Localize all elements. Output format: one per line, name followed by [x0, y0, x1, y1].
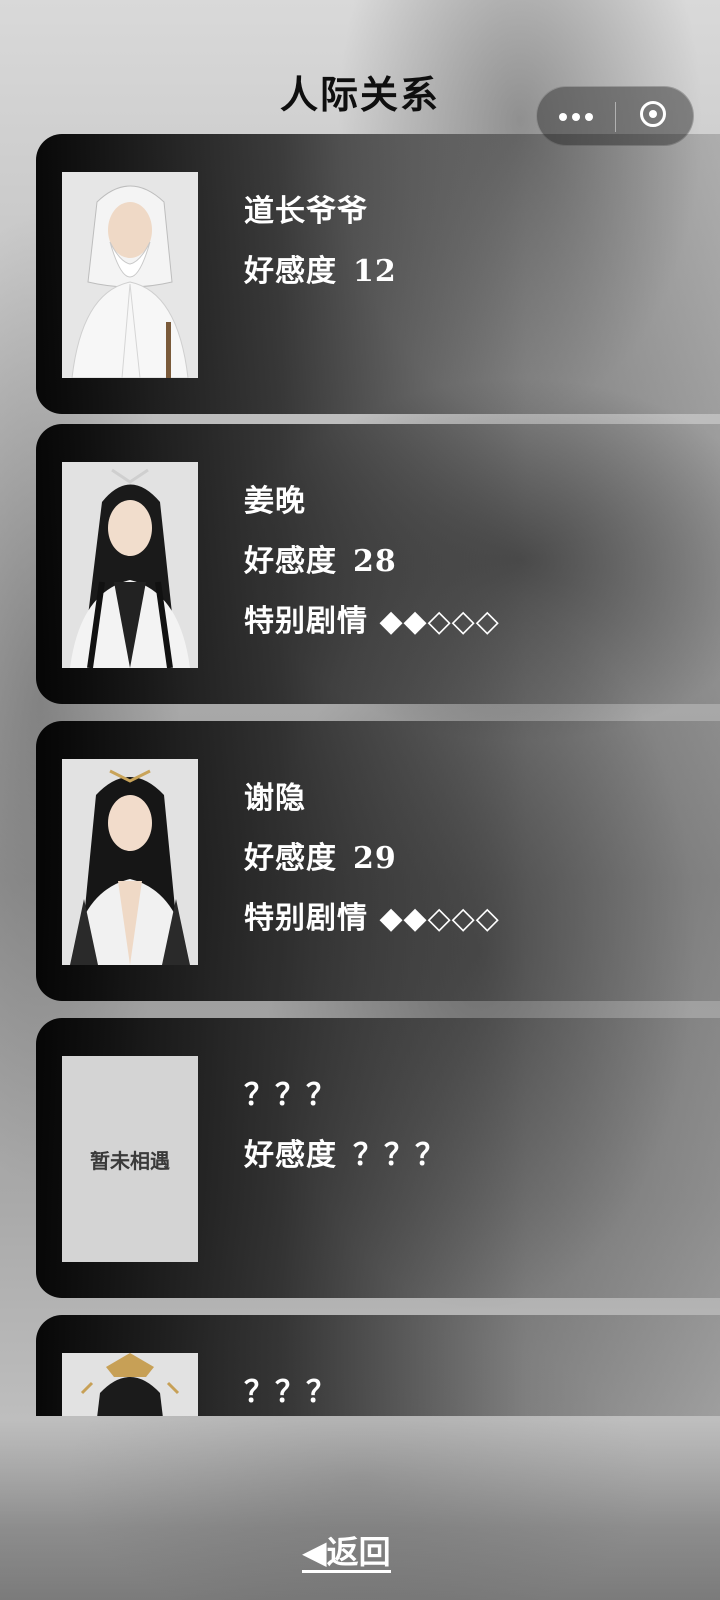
character-name: ？？？: [244, 1375, 337, 1410]
affinity-label: 好感度: [244, 254, 337, 289]
special-story-row: 特别剧情 ◆◆◇◇◇: [244, 596, 500, 640]
xie-yin-portrait-icon: [62, 759, 198, 965]
character-name: 道长爷爷: [244, 194, 368, 229]
affinity-label: 好感度: [244, 544, 337, 579]
character-portrait: [62, 1353, 198, 1416]
affinity-row: 好感度 28: [244, 536, 397, 580]
affinity-value: 12: [353, 254, 397, 289]
character-card[interactable]: 姜晚 好感度 28 特别剧情 ◆◆◇◇◇: [36, 424, 720, 704]
affinity-value: 29: [353, 841, 397, 876]
capsule-divider: [615, 102, 616, 132]
jiang-wan-portrait-icon: [62, 462, 198, 668]
character-portrait: [62, 759, 198, 965]
special-story-label: 特别剧情: [244, 901, 368, 936]
back-button[interactable]: ◀返回: [302, 1534, 391, 1573]
character-card[interactable]: 暂未相遇 ？？？ 好感度 ？？？: [36, 1018, 720, 1298]
character-card[interactable]: ？？？: [36, 1315, 720, 1416]
character-card[interactable]: 谢隐 好感度 29 特别剧情 ◆◆◇◇◇: [36, 721, 720, 1001]
character-card[interactable]: 道长爷爷 好感度 12: [36, 134, 720, 414]
affinity-label: 好感度: [244, 841, 337, 876]
affinity-row: 好感度 ？？？: [244, 1130, 446, 1174]
affinity-row: 好感度 29: [244, 833, 397, 877]
character-name: 谢隐: [244, 781, 306, 816]
old-taoist-portrait-icon: [62, 172, 198, 378]
special-story-progress: ◆◆◇◇◇: [379, 604, 500, 639]
unknown-portrait-icon: [62, 1353, 198, 1416]
not-met-label: 暂未相遇: [90, 1148, 170, 1173]
character-name: ？？？: [244, 1078, 337, 1113]
character-portrait: [62, 172, 198, 378]
affinity-row: 好感度 12: [244, 246, 397, 290]
special-story-row: 特别剧情 ◆◆◇◇◇: [244, 893, 500, 937]
character-name: 姜晚: [244, 484, 306, 519]
relationship-list[interactable]: 道长爷爷 好感度 12 姜晚 好感度 28 特别剧情 ◆◆◇◇◇ 谢隐 好感度 …: [0, 134, 720, 1416]
character-portrait: [62, 462, 198, 668]
character-portrait-placeholder: 暂未相遇: [62, 1056, 198, 1262]
special-story-progress: ◆◆◇◇◇: [379, 901, 500, 936]
special-story-label: 特别剧情: [244, 604, 368, 639]
affinity-label: 好感度: [244, 1138, 337, 1173]
affinity-value: 28: [353, 544, 397, 579]
affinity-value: ？？？: [353, 1138, 446, 1173]
